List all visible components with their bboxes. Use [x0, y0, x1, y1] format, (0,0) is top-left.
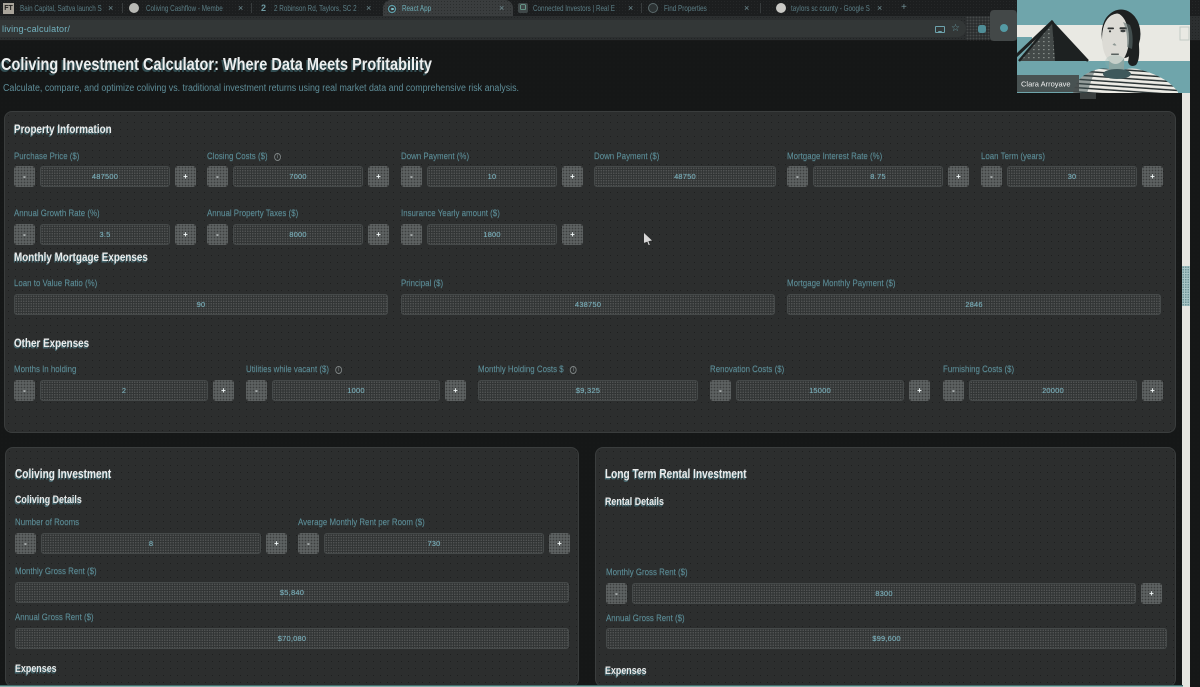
svg-text:Clara Arroyave: Clara Arroyave [1021, 80, 1071, 89]
